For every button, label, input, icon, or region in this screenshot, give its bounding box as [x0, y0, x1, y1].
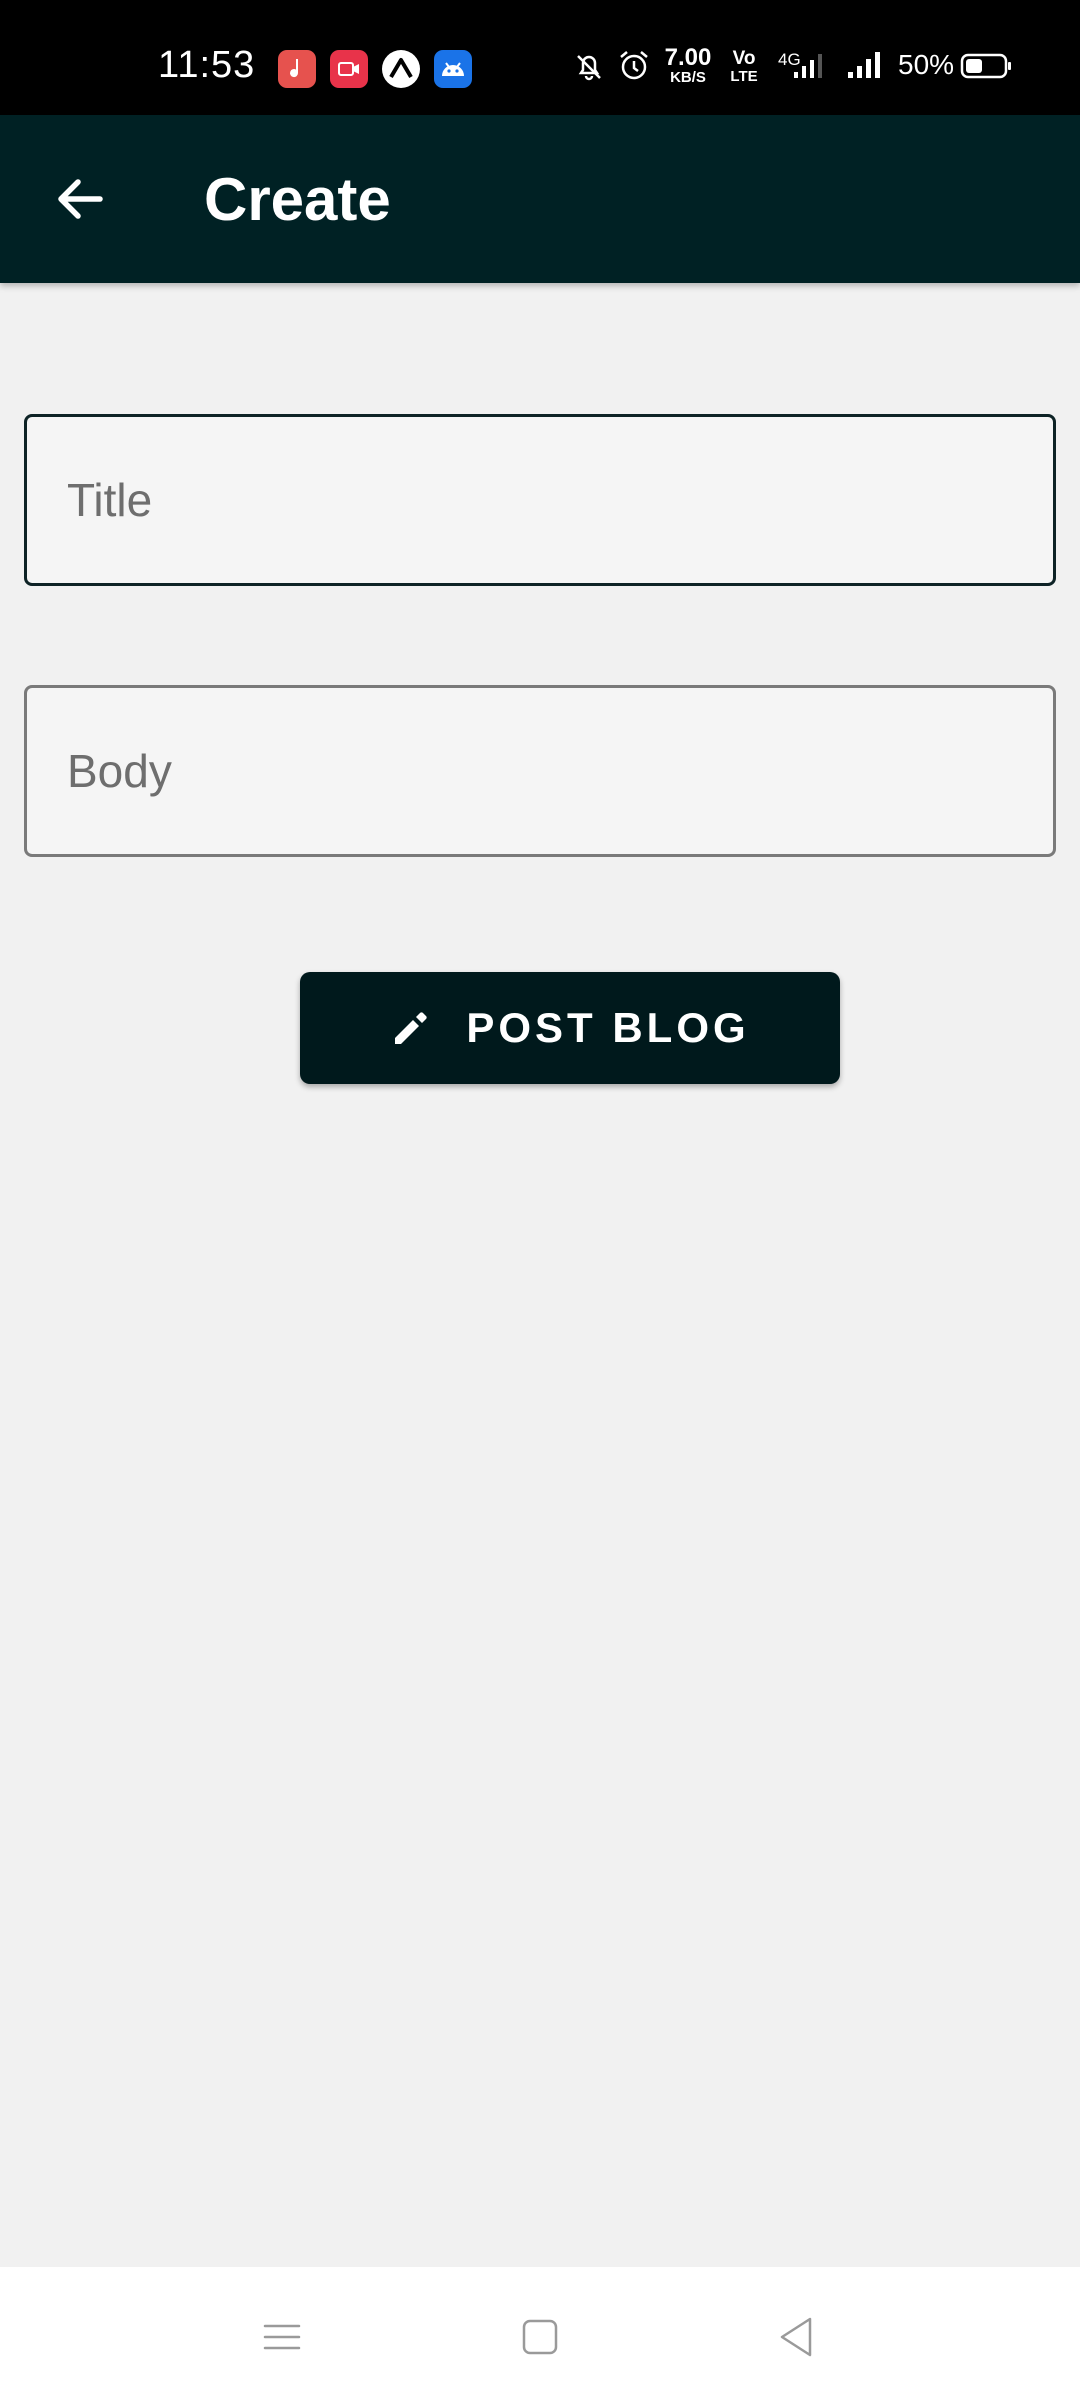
music-app-icon — [278, 50, 316, 88]
android-debug-icon — [434, 50, 472, 88]
net-speed: 7.00 KB/S — [664, 44, 712, 86]
back-button[interactable] — [40, 159, 120, 239]
post-blog-button[interactable]: POST BLOG — [300, 972, 840, 1084]
back-nav-button[interactable] — [756, 2297, 836, 2377]
battery-icon — [960, 40, 1014, 90]
square-icon — [522, 2319, 558, 2355]
mute-icon — [572, 40, 606, 90]
triangle-back-icon — [780, 2317, 812, 2357]
system-nav-bar — [0, 2267, 1080, 2400]
body-input[interactable] — [67, 688, 1017, 854]
alarm-icon — [616, 40, 652, 90]
post-blog-label: POST BLOG — [466, 1004, 750, 1051]
signal-icon — [844, 40, 890, 90]
recent-apps-button[interactable] — [242, 2297, 322, 2377]
title-input[interactable] — [67, 417, 1017, 583]
screen-recorder-icon — [330, 50, 368, 88]
body-field[interactable] — [24, 685, 1056, 857]
title-field[interactable] — [24, 414, 1056, 586]
battery-percent: 50% — [898, 49, 955, 80]
arrow-left-icon — [58, 179, 103, 219]
create-screen: 11:53 7.00 KB/S Vo LTE 4G 50% Create Tit… — [0, 0, 1080, 2400]
signal-4g-icon: 4G — [776, 40, 832, 90]
home-button[interactable] — [500, 2297, 580, 2377]
volte-indicator: Vo LTE — [730, 48, 758, 85]
app-bar: Create — [0, 115, 1080, 283]
menu-icon — [263, 2324, 301, 2350]
pencil-icon — [395, 1012, 427, 1044]
status-time: 11:53 — [158, 44, 256, 86]
page-title: Create — [204, 166, 391, 233]
expo-icon — [382, 50, 420, 88]
status-bar: 11:53 7.00 KB/S Vo LTE 4G 50% — [0, 0, 1080, 115]
